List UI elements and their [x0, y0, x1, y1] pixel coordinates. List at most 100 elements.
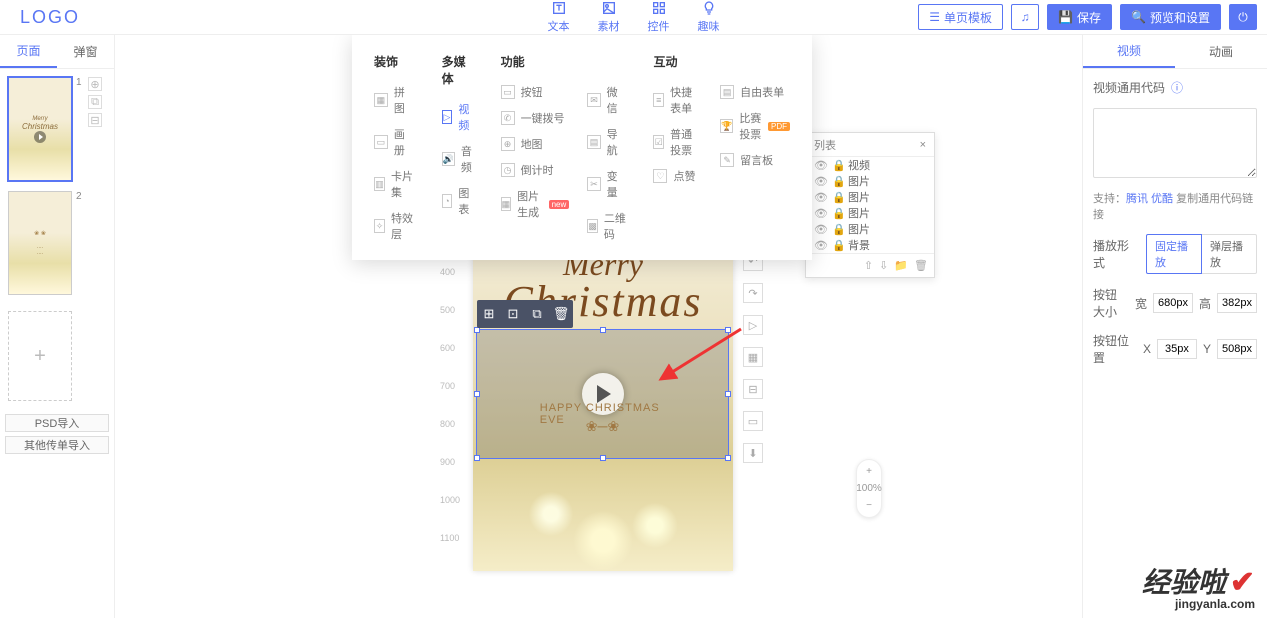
- play-preview-icon[interactable]: ▷: [743, 315, 763, 335]
- dd-item-countdown[interactable]: ◷倒计时: [501, 162, 570, 178]
- music-button[interactable]: ♫: [1011, 4, 1039, 30]
- tab-pages[interactable]: 页面: [0, 35, 57, 68]
- other-import-button[interactable]: 其他传单导入: [5, 436, 109, 454]
- tencent-youku-link[interactable]: 腾讯 优酷: [1126, 193, 1173, 205]
- layer-panel-title: 列表: [814, 137, 836, 153]
- popup-play-button[interactable]: 弹层播放: [1202, 234, 1257, 274]
- dd-item-button[interactable]: ▭按钮: [501, 84, 570, 100]
- tab-popups[interactable]: 弹窗: [57, 35, 114, 68]
- x-input[interactable]: [1157, 339, 1197, 359]
- eye-icon[interactable]: 👁: [814, 207, 826, 219]
- dd-item-imggen[interactable]: ▦图片生成new: [501, 188, 570, 220]
- layer-row[interactable]: 👁🔒视频: [806, 157, 934, 173]
- layer-row[interactable]: 👁🔒图片: [806, 189, 934, 205]
- layer-row[interactable]: 👁🔒背景: [806, 237, 934, 253]
- dd-item-chart[interactable]: ◔图表: [442, 185, 475, 217]
- zoom-in-button[interactable]: +: [866, 466, 872, 477]
- top-text[interactable]: 文本: [548, 0, 570, 34]
- trash-icon[interactable]: 🗑: [549, 300, 573, 328]
- dd-item-audio[interactable]: 🔊音频: [442, 143, 475, 175]
- eye-icon[interactable]: 👁: [814, 239, 826, 251]
- dd-head-interact: 互动: [653, 53, 790, 70]
- dd-item-nav[interactable]: ▤导航: [587, 126, 627, 158]
- eye-icon[interactable]: 👁: [814, 175, 826, 187]
- dd-item-map[interactable]: ⊕地图: [501, 136, 570, 152]
- play-icon: [34, 131, 46, 143]
- audio-icon: 🔊: [442, 152, 455, 166]
- y-input[interactable]: [1217, 339, 1257, 359]
- qr-icon: ▩: [587, 219, 598, 233]
- nav-icon: ▤: [587, 135, 600, 149]
- fixed-play-button[interactable]: 固定播放: [1146, 234, 1202, 274]
- layer-folder-icon[interactable]: 📁: [894, 259, 908, 272]
- dd-item-video[interactable]: ▷视频: [442, 101, 475, 133]
- dd-item-vote[interactable]: ☑普通投票: [653, 126, 702, 158]
- grid-icon[interactable]: ▦: [743, 347, 763, 367]
- lock-icon[interactable]: 🔒: [832, 223, 842, 236]
- code-textarea[interactable]: [1093, 108, 1257, 178]
- template-button[interactable]: ☰单页模板: [918, 4, 1003, 30]
- lock-icon[interactable]: 🔒: [832, 207, 842, 220]
- top-actions: ☰单页模板 ♫ 💾保存 🔍预览和设置 ⏻: [918, 4, 1257, 30]
- dd-item-contest[interactable]: 🏆比赛投票PDF: [720, 110, 790, 142]
- device-icon[interactable]: ▭: [743, 411, 763, 431]
- rp-tab-animation[interactable]: 动画: [1175, 35, 1267, 68]
- lock-icon[interactable]: 🔒: [832, 159, 842, 172]
- dd-item-var[interactable]: ✂变量: [587, 168, 627, 200]
- layer-row[interactable]: 👁🔒图片: [806, 221, 934, 237]
- dd-item-quickform[interactable]: ≡快捷表单: [653, 84, 702, 116]
- power-button[interactable]: ⏻: [1229, 4, 1257, 30]
- add-above-icon[interactable]: ⊕: [88, 77, 102, 91]
- add-page-button[interactable]: +: [8, 311, 72, 401]
- eye-icon[interactable]: 👁: [814, 191, 826, 203]
- layer-move-down-icon[interactable]: ⇩: [879, 259, 888, 272]
- vote-icon: ☑: [653, 135, 664, 149]
- lock-icon[interactable]: 🔒: [832, 175, 842, 188]
- freeform-icon: ▤: [720, 85, 734, 99]
- delete-page-icon[interactable]: ⊟: [88, 113, 102, 127]
- copy-icon[interactable]: ⧉: [525, 300, 549, 328]
- layer-row[interactable]: 👁🔒图片: [806, 205, 934, 221]
- page-index-1: 1: [76, 77, 84, 88]
- page-index-2: 2: [76, 191, 84, 202]
- close-icon[interactable]: ×: [920, 139, 926, 151]
- width-input[interactable]: [1153, 293, 1193, 313]
- zoom-out-button[interactable]: −: [866, 500, 872, 511]
- dd-item-call[interactable]: ✆一键拨号: [501, 110, 570, 126]
- dd-item-album[interactable]: ▭画册: [374, 126, 416, 158]
- top-fun[interactable]: 趣味: [698, 0, 720, 34]
- download-icon[interactable]: ⬇: [743, 443, 763, 463]
- height-input[interactable]: [1217, 293, 1257, 313]
- help-icon[interactable]: ⓘ: [1171, 79, 1183, 96]
- copy-page-icon[interactable]: ⧉: [88, 95, 102, 109]
- group-icon[interactable]: ⊞: [477, 300, 501, 328]
- rp-tab-video[interactable]: 视频: [1083, 35, 1175, 68]
- wechat-icon: ✉: [587, 93, 600, 107]
- page-thumb-2[interactable]: ❀ ❀ ········: [8, 191, 72, 295]
- dd-item-like[interactable]: ♡点赞: [653, 168, 702, 184]
- layer-row[interactable]: 👁🔒图片: [806, 173, 934, 189]
- dd-item-guestbook[interactable]: ✎留言板: [720, 152, 790, 168]
- layer-delete-icon[interactable]: 🗑: [914, 259, 928, 272]
- eye-icon[interactable]: 👁: [814, 159, 826, 171]
- add-icon[interactable]: ⊡: [501, 300, 525, 328]
- top-widget[interactable]: 控件: [648, 0, 670, 34]
- eye-icon[interactable]: 👁: [814, 223, 826, 235]
- layer-move-up-icon[interactable]: ⇧: [864, 259, 873, 272]
- dd-item-effect[interactable]: ✧特效层: [374, 210, 416, 242]
- dd-item-cards[interactable]: ▥卡片集: [374, 168, 416, 200]
- logo: LOGO: [0, 7, 100, 28]
- dd-item-freeform[interactable]: ▤自由表单: [720, 84, 790, 100]
- preview-button[interactable]: 🔍预览和设置: [1120, 4, 1221, 30]
- save-button[interactable]: 💾保存: [1047, 4, 1112, 30]
- dd-item-puzzle[interactable]: ▦拼图: [374, 84, 416, 116]
- page-thumb-1[interactable]: MerryChristmas: [8, 77, 72, 181]
- dd-item-wechat[interactable]: ✉微信: [587, 84, 627, 116]
- redo-icon[interactable]: ↷: [743, 283, 763, 303]
- top-material[interactable]: 素材: [598, 0, 620, 34]
- lock-icon[interactable]: 🔒: [832, 239, 842, 252]
- lock-icon[interactable]: 🔒: [832, 191, 842, 204]
- psd-import-button[interactable]: PSD导入: [5, 414, 109, 432]
- layout-icon[interactable]: ⊟: [743, 379, 763, 399]
- dd-item-qr[interactable]: ▩二维码: [587, 210, 627, 242]
